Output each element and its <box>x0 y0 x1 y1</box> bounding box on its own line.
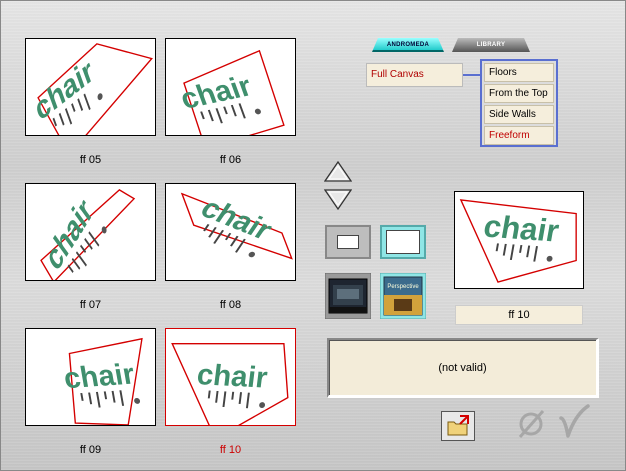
mode-options-list: Floors From the Top Side Walls Freeform <box>480 59 558 147</box>
thumbnail-ff07[interactable]: chair <box>25 183 156 281</box>
thumbnail-label: ff 07 <box>79 299 102 311</box>
landscape-small-icon <box>337 235 359 249</box>
mode-current-field[interactable]: Full Canvas <box>366 63 463 87</box>
preview-label: ff 10 <box>455 305 583 325</box>
tab-library[interactable]: LIBRARY <box>452 38 530 52</box>
landscape-large-icon <box>386 230 420 254</box>
artwork-word: chair <box>31 53 98 128</box>
mode-option-floors[interactable]: Floors <box>484 63 554 82</box>
arrow-down-icon[interactable] <box>324 188 352 210</box>
thumbnail-artwork: chair <box>40 189 136 280</box>
thumbnail-ff06[interactable]: chair <box>165 38 296 136</box>
app-window: chair ff 05 chair ff 06 chair ff 07 chai… <box>0 0 626 471</box>
landscape-large-button[interactable] <box>380 225 426 259</box>
artwork-word: chair <box>61 358 137 396</box>
status-text: (not valid) <box>438 361 487 374</box>
perspective-image-caption: Perspective <box>387 284 419 290</box>
preview-panel: chair <box>454 191 584 289</box>
mode-option-side-walls[interactable]: Side Walls <box>484 105 554 124</box>
preview-artwork: chair <box>459 199 577 283</box>
checkmark-icon[interactable] <box>557 403 591 441</box>
thumbnail-artwork: chair <box>176 49 285 135</box>
status-box: (not valid) <box>327 338 599 398</box>
arrow-up-icon[interactable] <box>324 161 352 183</box>
folder-export-icon[interactable] <box>441 411 475 441</box>
mode-connector-line <box>463 74 481 76</box>
thumbnail-ff05[interactable]: chair <box>25 38 156 136</box>
tab-andromeda[interactable]: ANDROMEDA <box>372 38 444 52</box>
thumbnail-label: ff 05 <box>79 154 102 166</box>
thumbnail-ff10[interactable]: chair <box>165 328 296 426</box>
thumbnail-label: ff 10 <box>219 444 242 456</box>
photo-frame-button[interactable] <box>325 273 371 319</box>
thumbnail-artwork: chair <box>61 337 143 425</box>
thumbnail-label: ff 08 <box>219 299 242 311</box>
thumbnail-label: ff 09 <box>79 444 102 456</box>
cancel-icon[interactable] <box>515 407 549 441</box>
mode-option-from-the-top[interactable]: From the Top <box>484 84 554 103</box>
perspective-image-button[interactable]: Perspective <box>380 273 426 319</box>
artwork-word: chair <box>195 358 269 394</box>
thumbnail-artwork: chair <box>180 192 293 260</box>
thumbnail-ff09[interactable]: chair <box>25 328 156 426</box>
artwork-word: chair <box>481 209 562 249</box>
landscape-small-button[interactable] <box>325 225 371 259</box>
thumbnail-ff08[interactable]: chair <box>165 183 296 281</box>
mode-option-freeform[interactable]: Freeform <box>484 126 554 145</box>
thumbnail-label: ff 06 <box>219 154 242 166</box>
thumbnail-artwork: chair <box>31 43 153 135</box>
thumbnail-artwork: chair <box>171 343 289 425</box>
